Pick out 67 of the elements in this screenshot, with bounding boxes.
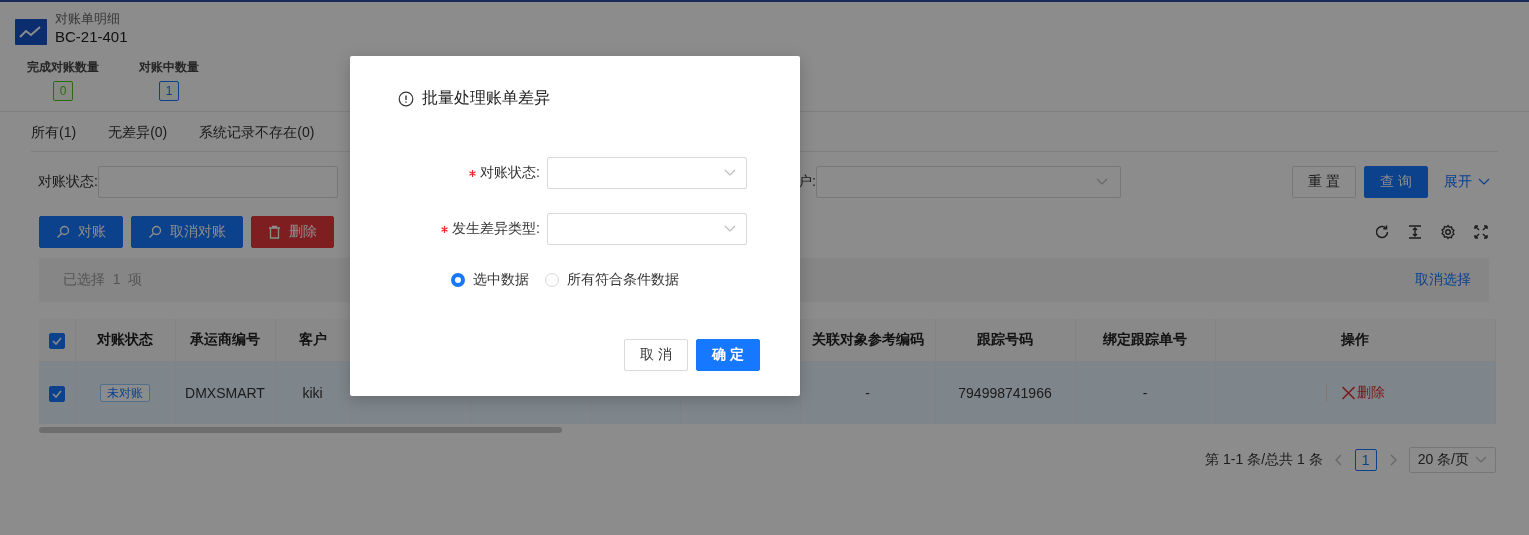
page-button[interactable]: 1 — [1354, 449, 1377, 471]
table-cell: - — [800, 361, 935, 424]
refresh-icon[interactable] — [1374, 224, 1390, 240]
select-field[interactable] — [547, 157, 747, 189]
chart-icon — [15, 19, 47, 45]
search-icon — [56, 225, 70, 239]
select-field[interactable] — [547, 213, 747, 245]
filter-label: 户: — [797, 173, 816, 191]
field-label: 对账状态: — [480, 164, 540, 182]
trash-icon — [268, 225, 281, 239]
reset-button[interactable]: 重 置 — [1292, 166, 1356, 198]
chevron-down-icon — [1478, 178, 1490, 186]
chevron-down-icon — [724, 225, 736, 233]
page-size-select[interactable]: 20 条/页 — [1408, 447, 1496, 473]
clear-selection-link[interactable]: 取消选择 — [1415, 271, 1471, 289]
query-button[interactable]: 查 询 — [1364, 166, 1428, 198]
table-cell: kiki — [275, 361, 350, 424]
chevron-down-icon — [1095, 178, 1108, 186]
tab[interactable]: 无差异(0) — [108, 116, 168, 151]
stat-count: 1 — [159, 81, 179, 101]
filter-label: 对账状态: — [38, 173, 98, 191]
field-label: 发生差异类型: — [452, 220, 540, 238]
checkbox[interactable] — [48, 332, 65, 349]
stat-label: 完成对账数量 — [27, 59, 99, 76]
column-header: 绑定跟踪单号 — [1075, 319, 1215, 362]
settings-icon[interactable] — [1440, 224, 1456, 240]
stat-label: 对账中数量 — [139, 59, 199, 76]
pagination-summary: 第 1-1 条/总共 1 条 — [1205, 451, 1323, 469]
chevron-down-icon — [724, 169, 736, 177]
delete-button[interactable]: 删除 — [251, 216, 334, 248]
chevron-right-icon[interactable] — [1388, 454, 1397, 466]
column-header: 对账状态 — [75, 319, 175, 362]
tab[interactable]: 系统记录不存在(0) — [199, 116, 315, 151]
confirm-button[interactable]: 确 定 — [696, 339, 760, 371]
column-header: 客户 — [275, 319, 350, 362]
tab[interactable]: 所有(1) — [31, 116, 77, 151]
scrollbar[interactable] — [39, 427, 562, 433]
row-height-icon[interactable] — [1407, 224, 1423, 240]
checkbox[interactable] — [48, 385, 65, 402]
column-header: 操作 — [1215, 319, 1495, 362]
select-field[interactable] — [815, 166, 1121, 198]
action-button[interactable]: 取消对账 — [131, 216, 243, 248]
cancel-button[interactable]: 取 消 — [624, 339, 688, 371]
check-icon — [51, 336, 62, 345]
dialog-title: 批量处理账单差异 — [422, 88, 550, 108]
radio-option[interactable]: 所有符合条件数据 — [545, 271, 679, 289]
radio-option[interactable]: 选中数据 — [451, 271, 529, 289]
cross-icon — [1340, 385, 1356, 400]
column-header: 关联对象参考编码 — [800, 319, 935, 362]
action-button[interactable]: 对账 — [39, 216, 123, 248]
delete-link[interactable]: 删除 — [1325, 383, 1385, 402]
table-cell: DMXSMART — [175, 361, 275, 424]
chevron-down-icon — [1475, 456, 1487, 464]
info-icon — [398, 90, 414, 107]
fullscreen-icon[interactable] — [1473, 224, 1489, 240]
chevron-left-icon[interactable] — [1334, 454, 1343, 466]
page-title: BC-21-401 — [55, 28, 128, 45]
page-subtitle: 对账单明细 — [55, 10, 121, 28]
table-cell: 794998741966 — [935, 361, 1075, 424]
table-cell: - — [1075, 361, 1215, 424]
search-icon — [148, 225, 162, 239]
column-header: 跟踪号码 — [935, 319, 1075, 362]
expand-link[interactable]: 展开 — [1444, 173, 1490, 191]
status-tag: 未对账 — [100, 384, 150, 402]
stat-count: 0 — [53, 81, 73, 101]
column-header: 承运商编号 — [175, 319, 275, 362]
check-icon — [51, 389, 62, 398]
